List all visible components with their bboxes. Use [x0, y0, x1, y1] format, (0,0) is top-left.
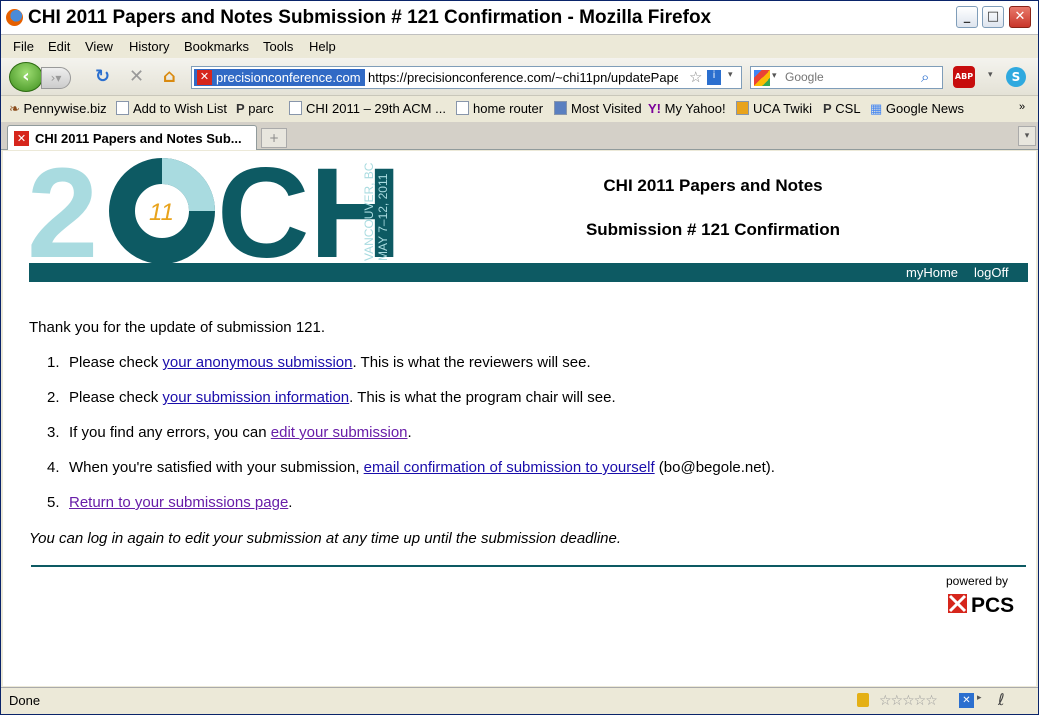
bookmark-my-yahoo[interactable]: Y! My Yahoo!	[648, 101, 726, 116]
addon-icon[interactable]: ✕	[959, 693, 974, 708]
forward-button[interactable]: ›▾	[41, 67, 71, 89]
url-text[interactable]: https://precisionconference.com/~chi11pn…	[368, 70, 678, 85]
navigation-toolbar: ‹ ›▾ ↻ ✕ ⌂ ✕ precisionconference.com htt…	[1, 58, 1038, 96]
firefox-icon	[6, 9, 23, 26]
menu-view[interactable]: View	[85, 39, 113, 54]
menu-bookmarks[interactable]: Bookmarks	[184, 39, 249, 54]
lock-icon[interactable]	[857, 693, 869, 707]
bookmark-wishlist[interactable]: Add to Wish List	[116, 101, 227, 116]
submissions-page-link[interactable]: Return to your submissions page	[69, 494, 288, 511]
url-dropdown-icon[interactable]: ▾	[728, 70, 733, 80]
edit-submission-link[interactable]: edit your submission	[271, 424, 408, 441]
status-bar: Done ☆☆☆☆☆ ✕ ▸ ℓ	[1, 687, 1038, 714]
header-nav-bar: myHome logOff	[29, 263, 1028, 282]
page-icon	[116, 101, 129, 115]
list-item: 2. Please check your submission informati…	[47, 389, 616, 406]
rating-stars-icon[interactable]: ☆☆☆☆☆	[879, 693, 938, 709]
tab-label: CHI 2011 Papers and Notes Sub...	[35, 131, 242, 146]
log-off-link[interactable]: logOff	[974, 265, 1008, 280]
ear-icon[interactable]: ℓ	[998, 690, 1005, 709]
bookmark-uca-twiki[interactable]: UCA Twiki	[736, 101, 812, 116]
search-input[interactable]	[785, 70, 915, 84]
menu-help[interactable]: Help	[309, 39, 336, 54]
status-text: Done	[9, 693, 41, 708]
bookmark-chi2011[interactable]: CHI 2011 – 29th ACM ...	[289, 101, 446, 116]
home-icon[interactable]: ⌂	[163, 68, 176, 86]
browser-window: CHI 2011 Papers and Notes Submission # 1…	[0, 0, 1039, 715]
window-title: CHI 2011 Papers and Notes Submission # 1…	[28, 7, 712, 28]
addon-dropdown-icon[interactable]: ▸	[977, 693, 982, 703]
thanks-message: Thank you for the update of submission 1…	[29, 319, 326, 336]
site-identity-button[interactable]: ✕ precisionconference.com	[194, 69, 365, 86]
google-icon[interactable]	[754, 70, 770, 86]
pcs-logo[interactable]: PCS	[948, 591, 1026, 615]
page-content: 2 11 CHI VANCOUVER, BC MAY 7–12, 2011 CH…	[3, 151, 1036, 686]
menu-bar: File Edit View History Bookmarks Tools H…	[1, 36, 1038, 58]
menu-file[interactable]: File	[13, 39, 34, 54]
twiki-icon	[736, 101, 749, 115]
bookmark-most-visited[interactable]: Most Visited	[554, 101, 642, 116]
search-icon[interactable]: ⌕	[921, 68, 929, 86]
reload-icon[interactable]: ↻	[95, 68, 110, 86]
menu-history[interactable]: History	[129, 39, 169, 54]
skype-icon[interactable]: S	[1006, 67, 1026, 87]
my-home-link[interactable]: myHome	[906, 265, 958, 280]
minimize-button[interactable]: _	[956, 6, 978, 28]
page-icon	[456, 101, 469, 115]
deadline-note: You can log in again to edit your submis…	[29, 530, 622, 547]
tab-strip: ✕ CHI 2011 Papers and Notes Sub... + ▾	[1, 122, 1038, 150]
menu-edit[interactable]: Edit	[48, 39, 70, 54]
bookmarks-toolbar: ❧ Pennywise.biz Add to Wish List P parc …	[1, 97, 1038, 120]
bookmarks-overflow-icon[interactable]: »	[1019, 101, 1025, 113]
new-tab-button[interactable]: +	[261, 128, 287, 148]
pcs-wordmark: PCS	[971, 594, 1014, 615]
logo-dates: MAY 7–12, 2011	[376, 173, 390, 261]
logo-year-small: 11	[149, 199, 174, 226]
site-identity-label: precisionconference.com	[216, 70, 361, 85]
list-item: 1. Please check your anonymous submission…	[47, 354, 591, 371]
menu-tools[interactable]: Tools	[263, 39, 293, 54]
url-bar[interactable]: ✕ precisionconference.com https://precis…	[191, 66, 742, 89]
folder-icon	[554, 101, 567, 115]
back-button[interactable]: ‹	[9, 62, 43, 92]
bookmark-pennywise[interactable]: ❧ Pennywise.biz	[9, 101, 107, 117]
list-item: 4. When you're satisfied with your submis…	[47, 459, 775, 476]
tab-list-button[interactable]: ▾	[1018, 126, 1036, 146]
list-item: 3. If you find any errors, you can edit y…	[47, 424, 412, 441]
powered-by-label: powered by	[946, 574, 1009, 588]
info-icon[interactable]: i	[707, 70, 721, 85]
list-item: 5. Return to your submissions page.	[47, 494, 293, 511]
stop-icon[interactable]: ✕	[129, 68, 144, 86]
page-subheading: Submission # 121 Confirmation	[585, 220, 841, 239]
email-confirmation-link[interactable]: email confirmation of submission to your…	[364, 459, 655, 476]
maximize-button[interactable]: □	[982, 6, 1004, 28]
close-button[interactable]: ✕	[1009, 6, 1031, 28]
page-heading: CHI 2011 Papers and Notes	[603, 176, 823, 195]
logo-year-digit: 2	[27, 157, 98, 265]
bookmark-star-icon[interactable]: ☆	[689, 68, 702, 86]
bookmark-csl[interactable]: P CSL	[823, 101, 861, 116]
adblock-icon[interactable]: ABP	[953, 66, 975, 88]
adblock-dropdown-icon[interactable]: ▾	[988, 70, 993, 80]
search-bar[interactable]: ▾ ⌕	[750, 66, 943, 89]
submission-information-link[interactable]: your submission information	[162, 389, 349, 406]
logo-location: VANCOUVER, BC	[362, 162, 376, 261]
bookmark-home-router[interactable]: home router	[456, 101, 543, 116]
bookmark-google-news[interactable]: ▦ Google News	[870, 101, 964, 117]
tab-favicon: ✕	[14, 131, 29, 146]
page-icon	[289, 101, 302, 115]
bookmark-parc[interactable]: P parc	[236, 101, 274, 116]
search-engine-dropdown-icon[interactable]: ▾	[772, 71, 777, 81]
site-favicon: ✕	[197, 70, 212, 85]
title-bar: CHI 2011 Papers and Notes Submission # 1…	[1, 1, 1038, 35]
anonymous-submission-link[interactable]: your anonymous submission	[162, 354, 352, 371]
footer-divider	[31, 565, 1026, 567]
chi2011-logo: 2 11 CHI VANCOUVER, BC MAY 7–12, 2011	[27, 157, 397, 265]
tab-chi-confirmation[interactable]: ✕ CHI 2011 Papers and Notes Sub...	[7, 125, 257, 150]
